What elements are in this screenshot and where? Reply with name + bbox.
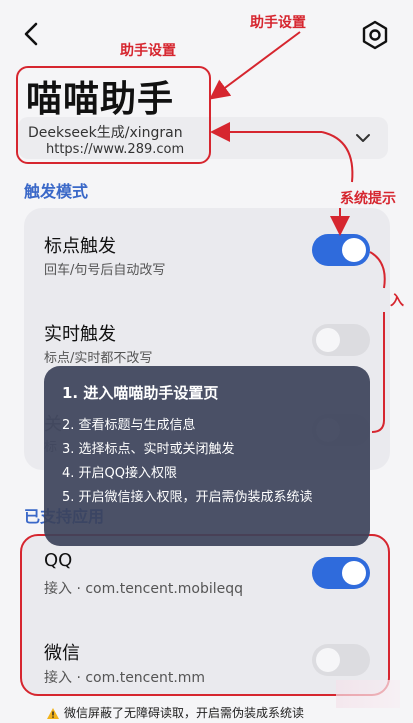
- trigger-item-subtitle: 回车/句号后自动改写: [44, 263, 166, 278]
- toggle-wechat[interactable]: [312, 644, 370, 676]
- guide-step: 1. 进入喵喵助手设置页: [62, 384, 219, 402]
- app-item-subtitle-wechat: 接入 · com.tencent.mm: [44, 670, 206, 686]
- guide-step: 2. 查看标题与生成信息: [62, 418, 196, 433]
- toggle-realtime-trigger[interactable]: [312, 324, 370, 356]
- watermark-smudge: [336, 680, 400, 708]
- guide-step: 3. 选择标点、实时或关闭触发: [62, 442, 235, 457]
- trigger-item-title: 实时触发: [44, 324, 116, 345]
- app-item-subtitle-qq: 接入 · com.tencent.mobileqq: [44, 581, 244, 597]
- app-item-title-qq: QQ: [44, 550, 73, 571]
- trigger-item-subtitle: 标点/实时都不改写: [44, 351, 153, 366]
- trigger-item-title: 标点触发: [44, 236, 116, 257]
- guide-step: 5. 开启微信接入权限，开启需伪装成系统读: [62, 490, 313, 505]
- back-icon[interactable]: [18, 18, 46, 50]
- annotation-system-hint: 系统提示: [340, 191, 396, 207]
- app-item-title-wechat: 微信: [44, 643, 80, 664]
- settings-icon[interactable]: [358, 18, 392, 52]
- section-heading-trigger: 触发模式: [24, 182, 89, 201]
- footer-warning: 微信屏蔽了无障碍读取，开启需伪装成系统读: [64, 706, 305, 720]
- annotation-helper-settings-left: 助手设置: [120, 43, 176, 59]
- page-title: 喵喵助手: [26, 79, 175, 120]
- toggle-punctuation-trigger[interactable]: [312, 234, 370, 266]
- toggle-qq[interactable]: [312, 557, 370, 589]
- generator-url: https://www.289.com: [46, 142, 185, 157]
- chevron-down-icon[interactable]: [354, 130, 372, 144]
- annotation-helper-settings: 助手设置: [250, 15, 306, 31]
- warning-icon: [46, 705, 60, 719]
- guide-step: 4. 开启QQ接入权限: [62, 466, 178, 481]
- generator-info: Deekseek生成/xingran: [28, 125, 183, 141]
